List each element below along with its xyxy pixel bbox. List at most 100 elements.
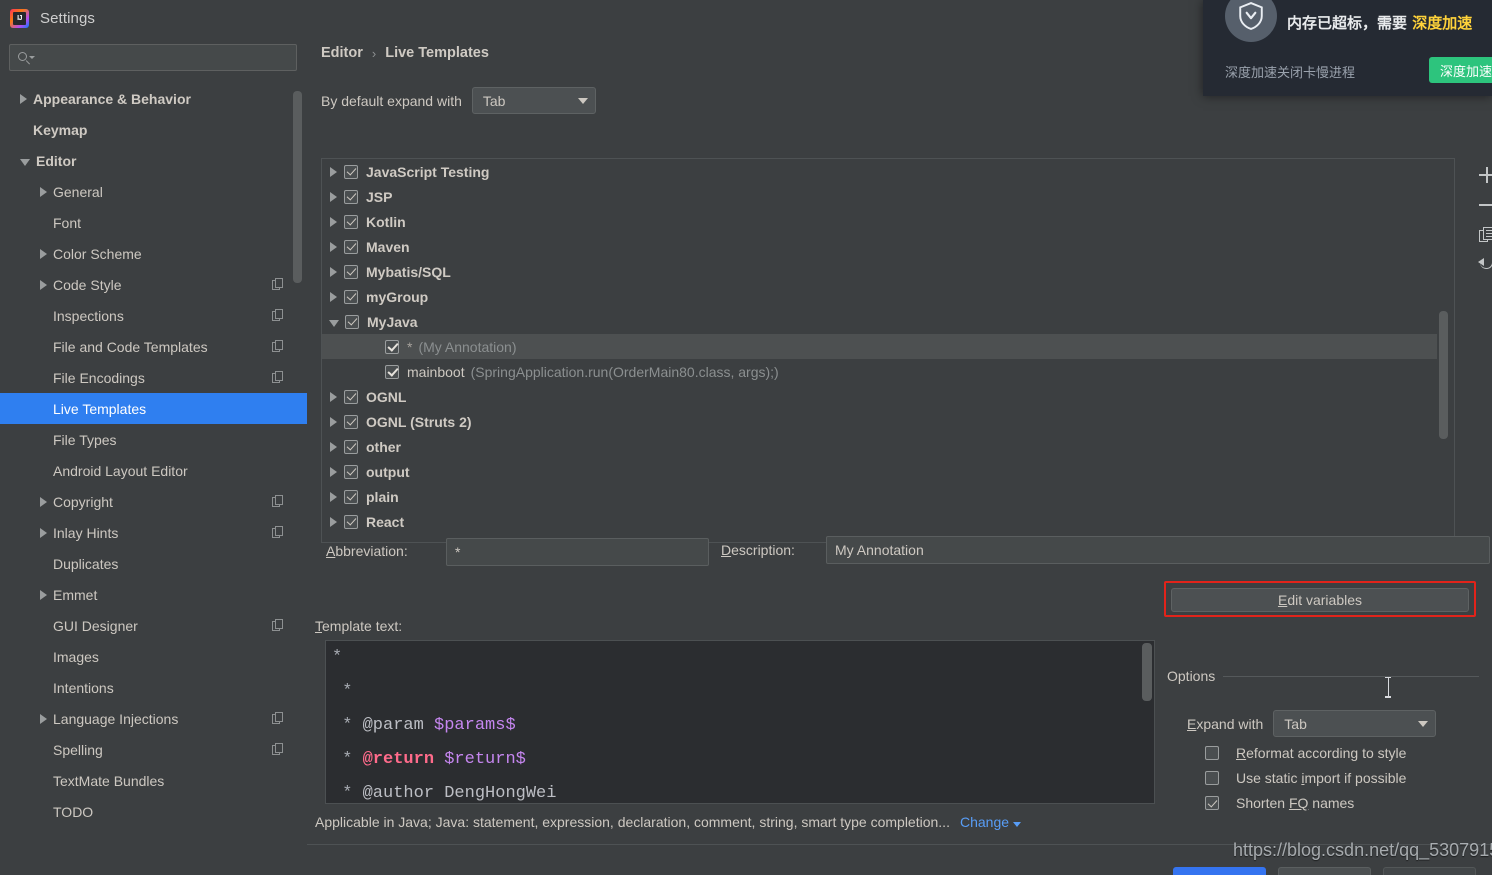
sidebar-item-copyright[interactable]: Copyright	[0, 486, 307, 517]
notification-action-button[interactable]: 深度加速	[1429, 57, 1492, 83]
chevron-right-icon[interactable]	[330, 466, 337, 477]
template-enabled-checkbox[interactable]	[344, 189, 358, 204]
change-context-link[interactable]: Change	[960, 814, 1022, 830]
sidebar-item-images[interactable]: Images	[0, 641, 307, 672]
chevron-right-icon[interactable]	[40, 527, 47, 538]
template-enabled-checkbox[interactable]	[344, 289, 358, 304]
sidebar-item-inlay-hints[interactable]: Inlay Hints	[0, 517, 307, 548]
template-group-row[interactable]: Mybatis/SQL	[322, 259, 1437, 284]
template-group-row[interactable]: JavaScript Testing	[322, 159, 1437, 184]
chevron-right-icon[interactable]	[330, 291, 337, 302]
sidebar-item-font[interactable]: Font	[0, 207, 307, 238]
sidebar-scrollbar-thumb[interactable]	[293, 91, 302, 283]
sidebar-item-spelling[interactable]: Spelling	[0, 734, 307, 765]
option-checkbox[interactable]	[1205, 796, 1219, 810]
template-text-editor[interactable]: * * * @param $params$ * @return $return$…	[325, 640, 1155, 804]
restore-defaults-button[interactable]	[1473, 251, 1492, 279]
chevron-right-icon[interactable]	[330, 166, 337, 177]
chevron-down-icon[interactable]	[329, 319, 339, 327]
abbreviation-input[interactable]: *	[446, 538, 709, 566]
sidebar-item-code-style[interactable]: Code Style	[0, 269, 307, 300]
template-group-row[interactable]: other	[322, 434, 1437, 459]
option-checkbox-row[interactable]: Use static import if possible	[1205, 770, 1406, 786]
sidebar-item-keymap[interactable]: Keymap	[0, 114, 307, 145]
template-group-row[interactable]: plain	[322, 484, 1437, 509]
option-checkbox-row[interactable]: Shorten FQ names	[1205, 795, 1354, 811]
editor-scrollbar-thumb[interactable]	[1142, 643, 1152, 701]
chevron-right-icon[interactable]	[330, 391, 337, 402]
sidebar-item-todo[interactable]: TODO	[0, 796, 307, 826]
template-group-row[interactable]: Maven	[322, 234, 1437, 259]
chevron-right-icon[interactable]	[330, 416, 337, 427]
breadcrumb-parent[interactable]: Editor	[321, 45, 363, 61]
option-checkbox[interactable]	[1205, 771, 1219, 785]
sidebar-item-file-encodings[interactable]: File Encodings	[0, 362, 307, 393]
template-group-row[interactable]: OGNL	[322, 384, 1437, 409]
template-enabled-checkbox[interactable]	[344, 464, 358, 479]
template-group-row[interactable]: MyJava	[322, 309, 1437, 334]
template-group-row[interactable]: React	[322, 509, 1437, 534]
chevron-right-icon[interactable]	[40, 496, 47, 507]
sidebar-item-language-injections[interactable]: Language Injections	[0, 703, 307, 734]
template-enabled-checkbox[interactable]	[385, 364, 399, 379]
template-group-row[interactable]: JSP	[322, 184, 1437, 209]
sidebar-item-gui-designer[interactable]: GUI Designer	[0, 610, 307, 641]
description-input[interactable]: My Annotation	[826, 536, 1490, 564]
template-enabled-checkbox[interactable]	[344, 214, 358, 229]
template-item-row[interactable]: mainboot (SpringApplication.run(OrderMain…	[322, 359, 1437, 384]
sidebar-item-textmate-bundles[interactable]: TextMate Bundles	[0, 765, 307, 796]
template-enabled-checkbox[interactable]	[344, 389, 358, 404]
option-checkbox[interactable]	[1205, 746, 1219, 760]
chevron-right-icon[interactable]	[330, 191, 337, 202]
chevron-right-icon[interactable]	[40, 248, 47, 259]
add-template-button[interactable]	[1473, 161, 1492, 189]
template-group-row[interactable]: output	[322, 459, 1437, 484]
chevron-right-icon[interactable]	[330, 441, 337, 452]
chevron-right-icon[interactable]	[330, 516, 337, 527]
cancel-button[interactable]: Cancel	[1278, 867, 1371, 875]
chevron-right-icon[interactable]	[40, 186, 47, 197]
template-group-row[interactable]: Kotlin	[322, 209, 1437, 234]
sidebar-item-inspections[interactable]: Inspections	[0, 300, 307, 331]
template-group-row[interactable]: myGroup	[322, 284, 1437, 309]
sidebar-item-color-scheme[interactable]: Color Scheme	[0, 238, 307, 269]
expand-with-select[interactable]: Tab	[1273, 710, 1437, 737]
chevron-right-icon[interactable]	[330, 266, 337, 277]
template-enabled-checkbox[interactable]	[344, 239, 358, 254]
ok-button[interactable]: OK	[1173, 867, 1266, 875]
sidebar-item-duplicates[interactable]: Duplicates	[0, 548, 307, 579]
default-expand-select[interactable]: Tab	[471, 87, 596, 114]
remove-template-button[interactable]	[1473, 191, 1492, 219]
search-box[interactable]	[9, 44, 297, 71]
sidebar-item-editor[interactable]: Editor	[0, 145, 307, 176]
chevron-right-icon[interactable]	[40, 589, 47, 600]
templates-scrollbar-thumb[interactable]	[1439, 311, 1448, 439]
template-enabled-checkbox[interactable]	[344, 514, 358, 529]
chevron-right-icon[interactable]	[40, 713, 47, 724]
template-enabled-checkbox[interactable]	[344, 439, 358, 454]
template-enabled-checkbox[interactable]	[344, 164, 358, 179]
option-checkbox-row[interactable]: Reformat according to style	[1205, 745, 1406, 761]
edit-variables-button[interactable]: Edit variables	[1171, 588, 1469, 612]
duplicate-template-button[interactable]	[1473, 221, 1492, 249]
sidebar-item-emmet[interactable]: Emmet	[0, 579, 307, 610]
template-group-row[interactable]: OGNL (Struts 2)	[322, 409, 1437, 434]
apply-button[interactable]: Apply	[1383, 867, 1476, 875]
chevron-right-icon[interactable]	[330, 216, 337, 227]
chevron-right-icon[interactable]	[20, 93, 27, 104]
sidebar-item-file-types[interactable]: File Types	[0, 424, 307, 455]
template-enabled-checkbox[interactable]	[385, 339, 399, 354]
chevron-right-icon[interactable]	[330, 241, 337, 252]
chevron-right-icon[interactable]	[40, 279, 47, 290]
sidebar-item-general[interactable]: General	[0, 176, 307, 207]
chevron-right-icon[interactable]	[330, 491, 337, 502]
sidebar-item-file-and-code-templates[interactable]: File and Code Templates	[0, 331, 307, 362]
search-input[interactable]	[34, 49, 296, 66]
template-enabled-checkbox[interactable]	[344, 264, 358, 279]
sidebar-item-live-templates[interactable]: Live Templates	[0, 393, 307, 424]
sidebar-item-android-layout-editor[interactable]: Android Layout Editor	[0, 455, 307, 486]
template-enabled-checkbox[interactable]	[344, 414, 358, 429]
sidebar-item-appearance-behavior[interactable]: Appearance & Behavior	[0, 83, 307, 114]
template-item-row[interactable]: * (My Annotation)	[322, 334, 1437, 359]
template-enabled-checkbox[interactable]	[345, 314, 359, 329]
